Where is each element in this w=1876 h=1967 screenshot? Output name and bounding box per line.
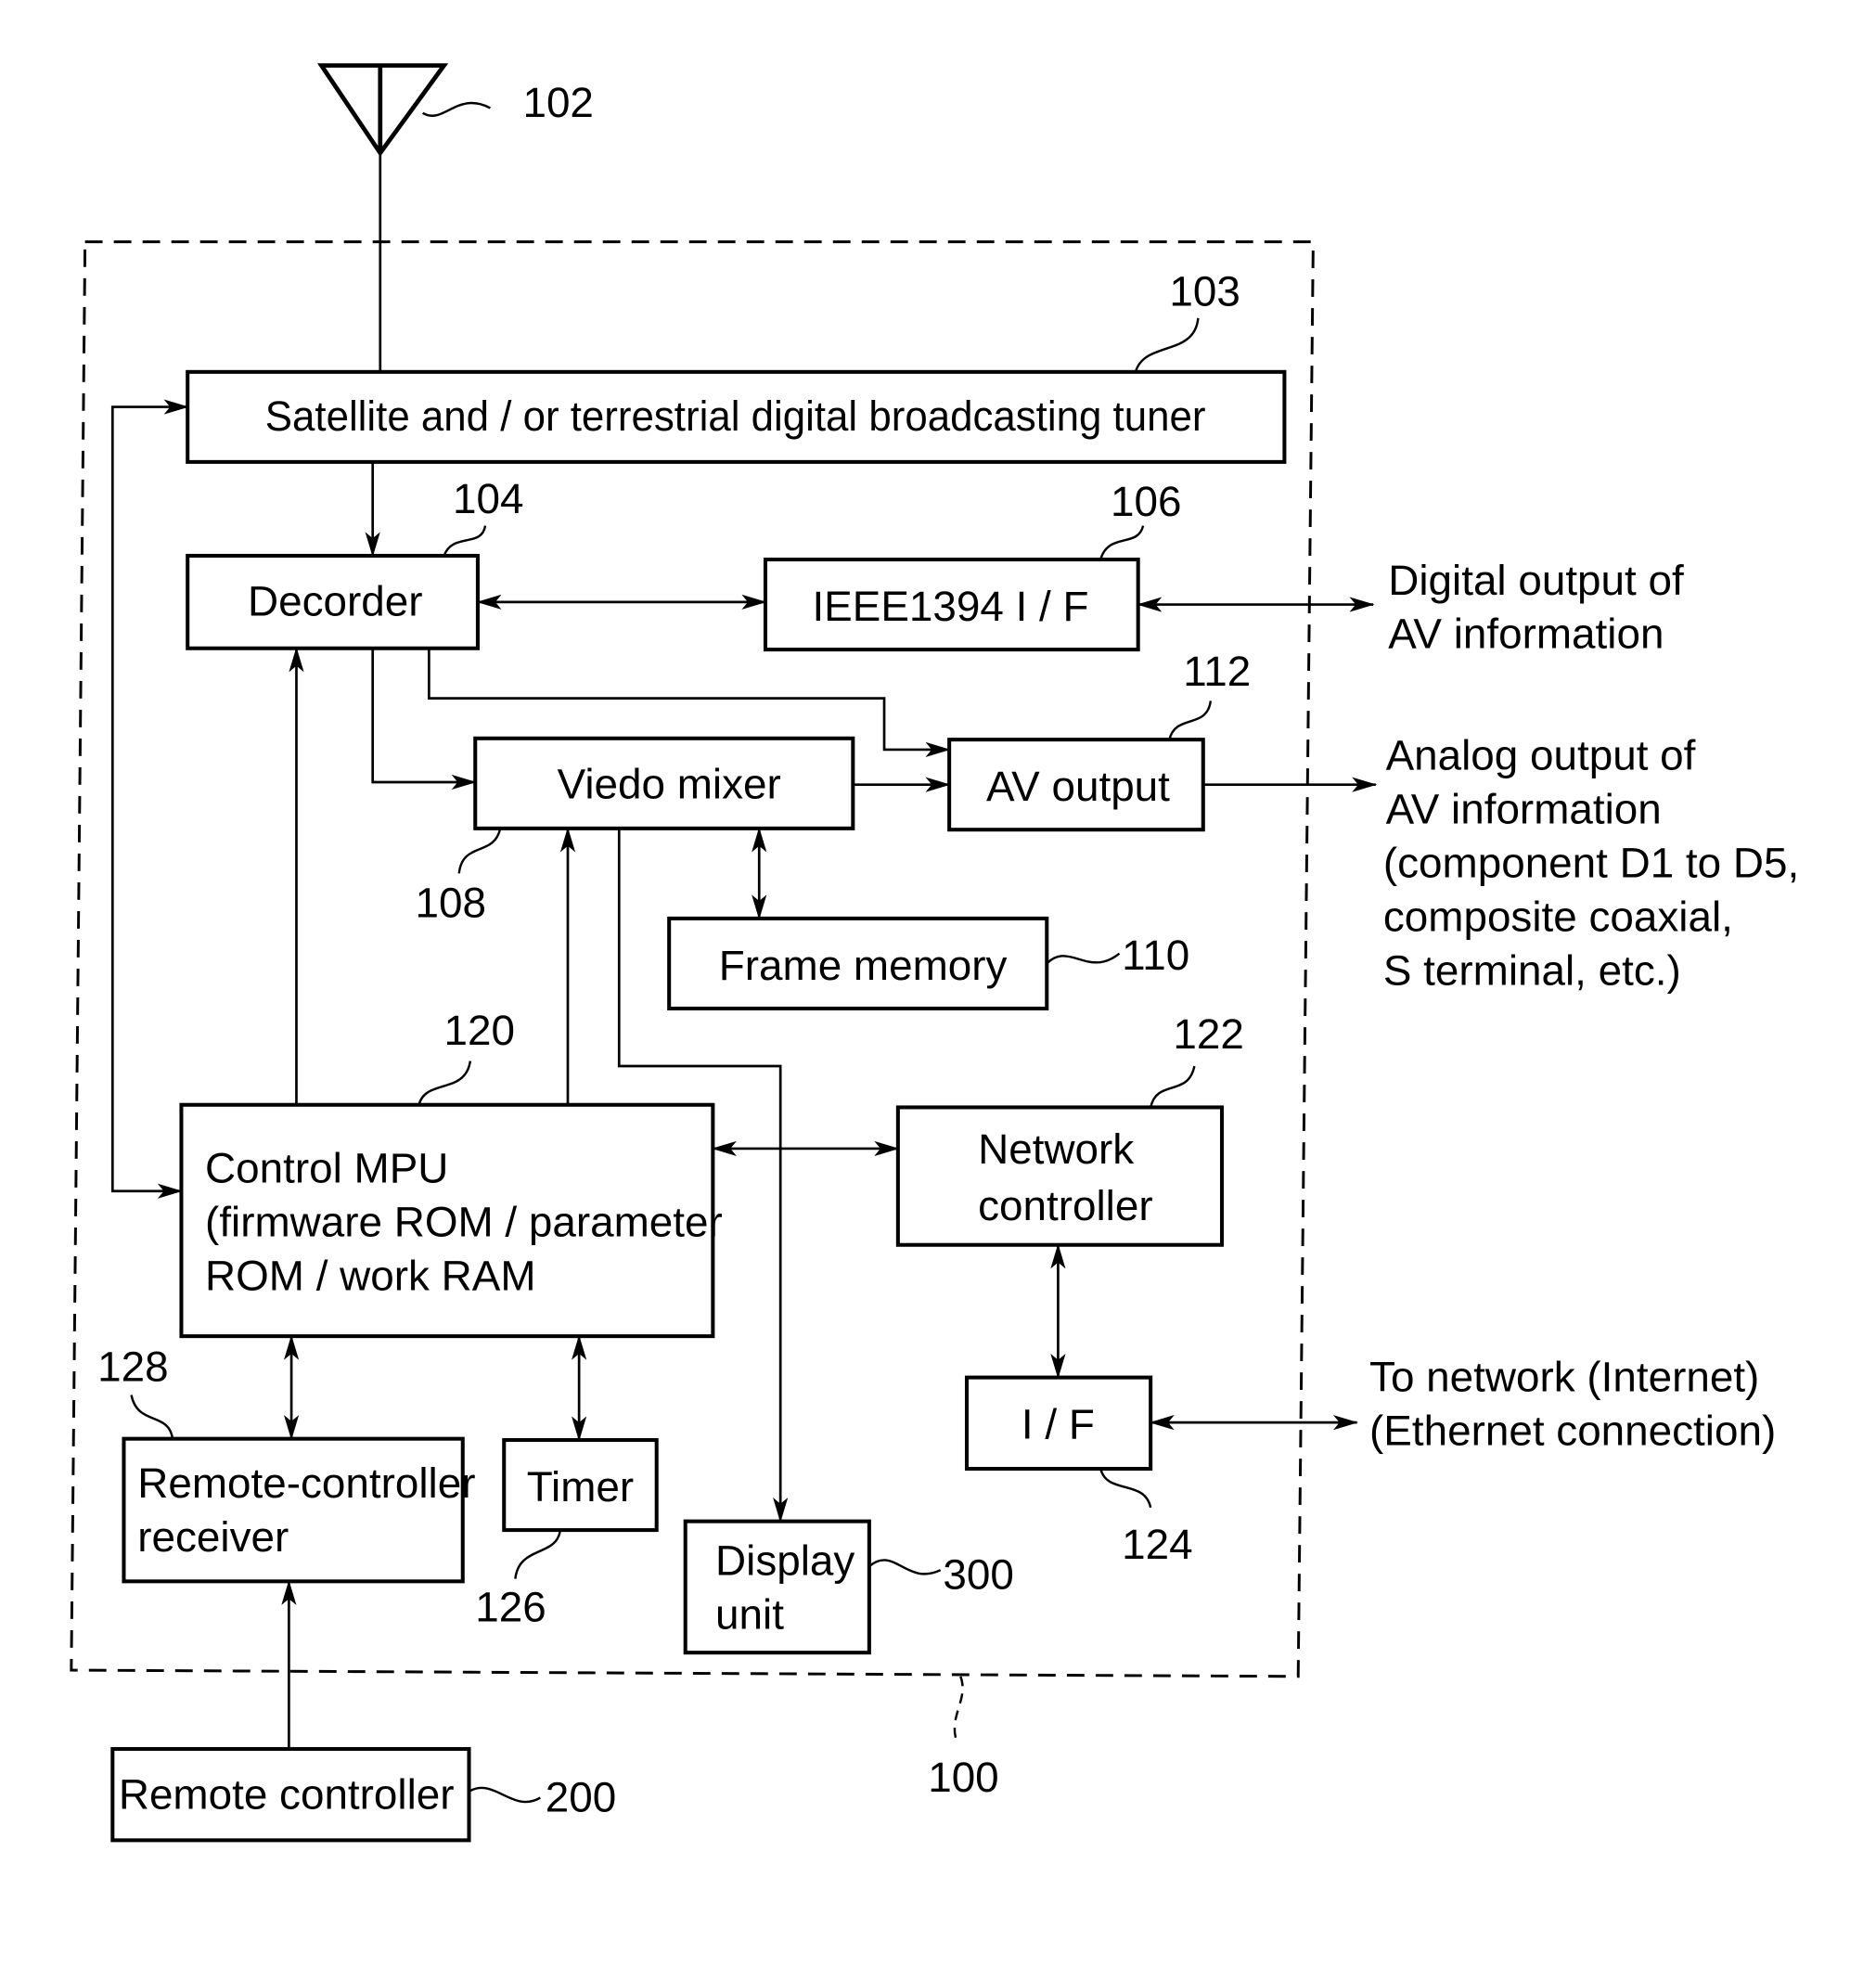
network-controller-block: Network controller 122 [895,1010,1244,1247]
ref-100: 100 [928,1754,998,1801]
leader-108 [457,828,502,874]
digital-output-label: Digital output of AV information [1388,557,1684,658]
ref-102: 102 [522,79,593,126]
analog-output-line-2: AV information [1386,785,1662,832]
ref-122: 122 [1173,1010,1243,1058]
network-line-1: To network (Internet) [1369,1353,1759,1400]
analog-output-line-3: (component D1 to D5, [1383,839,1799,886]
leader-104 [443,525,487,557]
antenna: 102 [317,63,594,372]
digital-output-line-2: AV information [1388,611,1664,658]
ieee1394-label: IEEE1394 I / F [812,583,1088,630]
leader-300 [868,1559,942,1575]
arrow-decoder-to-video-mixer [371,648,477,791]
av-output-block: AV output 112 [947,648,1251,832]
ref-300: 300 [943,1550,1013,1598]
remote-receiver-line-2: receiver [137,1513,289,1561]
decoder-block: Decorder 104 [186,475,523,650]
arrow-mpu-tuner-bus [110,399,189,1199]
digital-output-line-1: Digital output of [1388,557,1684,604]
ref-120: 120 [444,1007,515,1054]
network-controller-line-2: controller [978,1182,1152,1229]
timer-block: Timer 126 [475,1437,659,1630]
network-controller-line-1: Network [978,1125,1134,1173]
leader-124 [1099,1468,1152,1509]
ref-108: 108 [416,880,486,927]
network-label: To network (Internet) (Ethernet connecti… [1369,1353,1776,1454]
analog-output-line-5: S terminal, etc.) [1383,946,1681,994]
tuner-label: Satellite and / or terrestrial digital b… [265,392,1206,440]
leader-103 [1134,317,1200,373]
control-mpu-line-3: ROM / work RAM [205,1252,535,1299]
decoder-label: Decorder [248,578,422,625]
leader-120 [418,1061,472,1106]
frame-memory-label: Frame memory [719,942,1008,989]
network-if-block: I / F 124 [964,1375,1193,1568]
leader-102 [422,101,491,117]
ref-110: 110 [1122,932,1189,979]
timer-label: Timer [527,1463,634,1511]
block-diagram: 102 100 Satellite and / or terrestrial d… [70,63,1799,1843]
ref-124: 124 [1122,1521,1192,1568]
leader-200 [468,1786,541,1804]
display-unit-block: Display unit 300 [683,1519,1014,1655]
antenna-icon [317,63,449,158]
leader-128 [130,1395,174,1439]
network-line-2: (Ethernet connection) [1369,1407,1776,1454]
analog-output-line-1: Analog output of [1386,731,1696,778]
ref-126: 126 [475,1583,546,1630]
av-output-label: AV output [986,763,1170,810]
ref-200: 200 [546,1773,616,1820]
ref-112: 112 [1183,648,1251,695]
leader-100 [953,1676,964,1742]
control-mpu-line-2: (firmware ROM / parameter [205,1198,723,1245]
leader-126 [514,1529,562,1579]
frame-memory-block: Frame memory 110 [667,916,1189,1010]
leader-110 [1046,952,1121,965]
analog-output-line-4: composite coaxial, [1383,893,1733,940]
leader-106 [1099,525,1145,560]
remote-controller-block: Remote controller 200 [110,1746,616,1843]
video-mixer-label: Viedo mixer [558,760,781,807]
remote-receiver-line-1: Remote-controller [137,1459,475,1507]
arrow-decoder-to-av-output [428,648,951,758]
display-unit-line-2: unit [715,1591,784,1639]
network-if-label: I / F [1022,1401,1095,1448]
tuner-block: Satellite and / or terrestrial digital b… [186,267,1287,464]
control-mpu-line-1: Control MPU [205,1144,448,1191]
video-mixer-block: Viedo mixer 108 [416,736,855,927]
control-mpu-block: Control MPU (firmware ROM / parameter RO… [179,1007,723,1339]
ref-106: 106 [1111,478,1181,525]
leader-112 [1168,701,1213,740]
remote-controller-label: Remote controller [119,1771,455,1819]
remote-receiver-block: Remote-controller receiver 128 [97,1343,475,1584]
leader-122 [1149,1065,1196,1108]
analog-output-label: Analog output of AV information (compone… [1383,731,1799,994]
ref-103: 103 [1169,267,1240,315]
ieee1394-block: IEEE1394 I / F 106 [763,478,1181,652]
ref-104: 104 [453,475,523,522]
display-unit-line-1: Display [715,1537,854,1585]
ref-128: 128 [97,1343,168,1391]
